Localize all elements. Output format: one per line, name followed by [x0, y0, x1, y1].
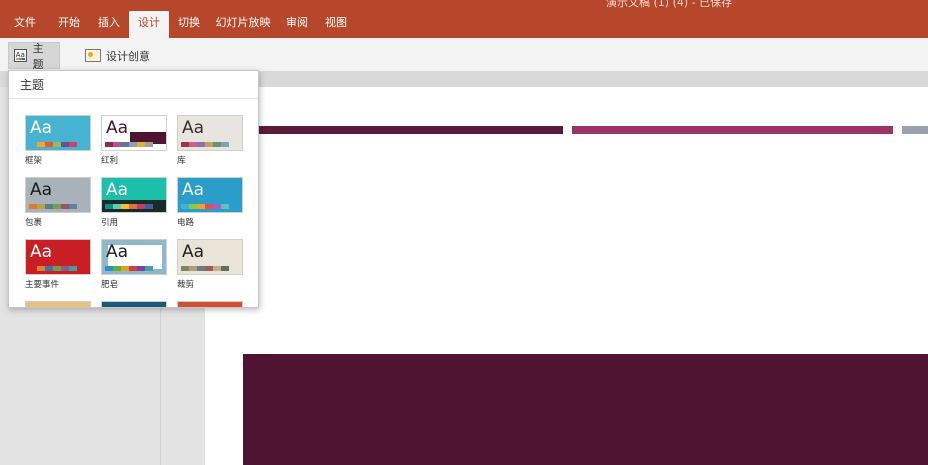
theme-name: 库	[177, 156, 186, 166]
theme-item[interactable]: Aa 电路	[177, 177, 243, 228]
theme-color-palette	[105, 266, 153, 271]
theme-color-palette	[181, 266, 229, 271]
theme-sample-text: Aa	[30, 180, 53, 200]
theme-thumbnail: Aa	[25, 239, 91, 275]
theme-color-palette	[29, 266, 77, 271]
theme-item[interactable]: Aa 引用	[101, 177, 167, 228]
theme-color-palette	[181, 204, 229, 209]
theme-thumbnail: Aa	[101, 115, 167, 151]
tab-幻灯片放映[interactable]: 幻灯片放映	[208, 11, 278, 38]
theme-item[interactable]: Aa 库	[177, 115, 243, 166]
theme-color-palette	[181, 142, 229, 147]
theme-name: 电路	[177, 218, 195, 228]
theme-name: 引用	[101, 218, 119, 228]
tab-文件[interactable]: 文件	[0, 11, 50, 38]
theme-thumbnail: Aa	[177, 239, 243, 275]
tab-视图[interactable]: 视图	[316, 11, 356, 38]
theme-thumbnail: Aa	[177, 115, 243, 151]
tab-设计[interactable]: 设计	[129, 11, 169, 38]
slide-stripe-pink[interactable]	[572, 126, 893, 134]
slide-title-block[interactable]	[243, 354, 928, 465]
design-ideas-label: 设计创意	[106, 49, 150, 63]
theme-thumbnail: Aa	[25, 115, 91, 151]
theme-thumbnail-partial[interactable]	[101, 301, 167, 307]
theme-color-palette	[105, 204, 153, 209]
theme-sample-text: Aa	[182, 118, 205, 138]
design-ribbon: Aa 主题 设计创意	[0, 38, 928, 72]
theme-item[interactable]: Aa 框架	[25, 115, 91, 166]
theme-sample-text: Aa	[106, 118, 129, 138]
slide-stripe-dark[interactable]	[259, 126, 563, 134]
theme-item[interactable]: Aa 红利	[101, 115, 167, 166]
theme-color-palette	[29, 142, 77, 147]
themes-button[interactable]: Aa 主题	[8, 41, 60, 71]
theme-sample-text: Aa	[30, 242, 53, 262]
theme-thumbnail: Aa	[177, 177, 243, 213]
theme-thumbnail: Aa	[101, 239, 167, 275]
themes-button-label: 主题	[32, 41, 44, 71]
ribbon-tab-bar: 演示文稿 (1) (4) - 已保存 文件 开始 插入 设计 切换 幻灯片放映 审阅 视图	[0, 0, 928, 38]
theme-item[interactable]: Aa 包裹	[25, 177, 91, 228]
theme-name: 肥皂	[101, 280, 119, 290]
theme-sample-text: Aa	[106, 180, 129, 200]
tab-开始[interactable]: 开始	[50, 11, 88, 38]
document-title: 演示文稿 (1) (4) - 已保存	[606, 0, 733, 9]
theme-thumbnail-partial[interactable]	[177, 301, 243, 307]
slide-stripe-gray[interactable]	[902, 126, 928, 134]
theme-name: 包裹	[25, 218, 43, 228]
theme-thumbnail-partial[interactable]	[25, 301, 91, 307]
theme-sample-text: Aa	[30, 118, 53, 138]
theme-name: 裁剪	[177, 280, 195, 290]
theme-color-palette	[105, 142, 153, 147]
theme-name: 主要事件	[25, 280, 60, 290]
theme-sample-text: Aa	[106, 242, 129, 262]
theme-item[interactable]: Aa 主要事件	[25, 239, 91, 290]
theme-sample-text: Aa	[182, 180, 205, 200]
panel-divider[interactable]	[160, 300, 161, 465]
themes-gallery-dropdown: 主题 Aa 框架 Aa 红利 Aa 库 Aa 包裹 Aa 引用 Aa 电路 Aa 主要事件 Aa 肥皂 Aa 裁剪	[8, 70, 259, 308]
themes-icon: Aa	[14, 49, 27, 62]
theme-item[interactable]: Aa 肥皂	[101, 239, 167, 290]
theme-thumbnail: Aa	[25, 177, 91, 213]
tab-插入[interactable]: 插入	[90, 11, 128, 38]
tab-切换[interactable]: 切换	[170, 11, 208, 38]
theme-color-palette	[29, 204, 77, 209]
theme-item[interactable]: Aa 裁剪	[177, 239, 243, 290]
theme-thumbnail: Aa	[101, 177, 167, 213]
design-ideas-button[interactable]: 设计创意	[80, 42, 155, 69]
tab-审阅[interactable]: 审阅	[278, 11, 316, 38]
theme-name: 框架	[25, 156, 43, 166]
themes-gallery-title: 主题	[20, 78, 45, 92]
design-ideas-icon	[85, 49, 101, 62]
theme-name: 红利	[101, 156, 119, 166]
gallery-separator	[9, 98, 258, 99]
theme-sample-text: Aa	[182, 242, 205, 262]
